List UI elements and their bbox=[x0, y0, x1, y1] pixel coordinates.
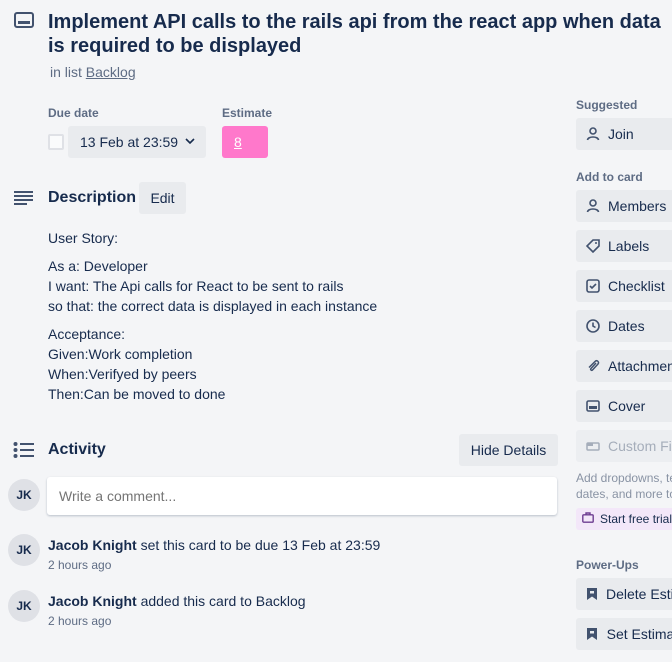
activity-text: added this card to Backlog bbox=[140, 593, 306, 609]
checklist-button[interactable]: Checklist bbox=[576, 270, 672, 302]
set-estimate-label: Set Estimate bbox=[606, 626, 672, 642]
set-estimate-button[interactable]: Set Estimate bbox=[576, 618, 672, 650]
description-line: When:Verifyed by peers bbox=[48, 366, 197, 382]
list-link[interactable]: Backlog bbox=[86, 64, 136, 80]
attachment-button[interactable]: Attachment bbox=[576, 350, 672, 382]
cover-icon bbox=[586, 399, 600, 413]
description-icon bbox=[14, 190, 34, 211]
list-info: in list Backlog bbox=[50, 64, 136, 80]
due-date-checkbox[interactable] bbox=[48, 134, 64, 150]
estimate-value: 8 bbox=[234, 134, 242, 150]
custom-fields-icon bbox=[586, 439, 600, 453]
attachment-label: Attachment bbox=[608, 358, 672, 374]
join-label: Join bbox=[608, 126, 634, 142]
checklist-icon bbox=[586, 279, 600, 293]
description-body[interactable]: User Story: As a: Developer I want: The … bbox=[48, 228, 377, 404]
join-button[interactable]: Join bbox=[576, 118, 672, 150]
estimate-label: Estimate bbox=[222, 106, 273, 120]
card-title[interactable]: Implement API calls to the rails api fro… bbox=[48, 10, 668, 58]
activity-time[interactable]: 2 hours ago bbox=[48, 614, 111, 628]
user-icon bbox=[586, 199, 600, 213]
description-title: Description bbox=[48, 189, 137, 206]
labels-button[interactable]: Labels bbox=[576, 230, 672, 262]
cover-button[interactable]: Cover bbox=[576, 390, 672, 422]
activity-time[interactable]: 2 hours ago bbox=[48, 558, 111, 572]
card-icon bbox=[14, 12, 34, 28]
user-icon bbox=[586, 127, 600, 141]
edit-description-button[interactable]: Edit bbox=[139, 182, 186, 214]
description-line: As a: Developer bbox=[48, 258, 148, 274]
description-line: I want: The Api calls for React to be se… bbox=[48, 278, 344, 294]
delete-estimate-button[interactable]: Delete Estimate bbox=[576, 578, 672, 610]
custom-fields-button[interactable]: Custom Fields bbox=[576, 430, 672, 462]
chevron-down-icon bbox=[184, 134, 196, 150]
in-list-prefix: in list bbox=[50, 64, 82, 80]
avatar[interactable]: JK bbox=[8, 479, 40, 511]
labels-label: Labels bbox=[608, 238, 650, 254]
dates-label: Dates bbox=[608, 318, 645, 334]
cover-label: Cover bbox=[608, 398, 646, 414]
start-free-trial-button[interactable]: Start free trial bbox=[576, 508, 672, 530]
bookmark-icon bbox=[586, 627, 599, 641]
description-line: User Story: bbox=[48, 230, 119, 246]
tag-icon bbox=[586, 239, 600, 253]
avatar[interactable]: JK bbox=[8, 590, 40, 622]
comment-input[interactable] bbox=[47, 477, 557, 515]
description-line: so that: the correct data is displayed i… bbox=[48, 298, 378, 314]
avatar[interactable]: JK bbox=[8, 534, 40, 566]
activity-icon bbox=[13, 441, 35, 464]
custom-fields-note-line: Add dropdowns, text fields, bbox=[576, 471, 672, 485]
custom-fields-note: Add dropdowns, text fields, dates, and m… bbox=[576, 470, 672, 502]
activity-text: set this card to be due 13 Feb at 23:59 bbox=[140, 537, 381, 553]
members-button[interactable]: Members bbox=[576, 190, 672, 222]
description-line: Acceptance: bbox=[48, 326, 126, 342]
due-date-value: 13 Feb at 23:59 bbox=[80, 134, 179, 150]
due-date-button[interactable]: 13 Feb at 23:59 bbox=[68, 126, 206, 158]
activity-item: Jacob Knight set this card to be due 13 … bbox=[48, 537, 380, 553]
trial-label: Start free trial bbox=[600, 512, 672, 526]
bookmark-icon bbox=[586, 587, 598, 601]
suggested-label: Suggested bbox=[576, 98, 638, 112]
description-line: Given:Work completion bbox=[48, 346, 193, 362]
activity-title: Activity bbox=[48, 441, 106, 458]
add-to-card-label: Add to card bbox=[576, 170, 643, 184]
custom-fields-note-line: dates, and more to your cards. bbox=[576, 487, 672, 501]
due-date-label: Due date bbox=[48, 106, 99, 120]
briefcase-icon bbox=[582, 512, 594, 526]
activity-user[interactable]: Jacob Knight bbox=[48, 593, 137, 609]
delete-estimate-label: Delete Estimate bbox=[606, 586, 672, 602]
activity-item: Jacob Knight added this card to Backlog bbox=[48, 593, 306, 609]
custom-fields-label: Custom Fields bbox=[608, 438, 672, 454]
paperclip-icon bbox=[586, 359, 600, 373]
power-ups-label: Power-Ups bbox=[576, 558, 639, 572]
members-label: Members bbox=[608, 198, 667, 214]
checklist-label: Checklist bbox=[608, 278, 665, 294]
estimate-badge[interactable]: 8 bbox=[222, 126, 268, 158]
activity-user[interactable]: Jacob Knight bbox=[48, 537, 137, 553]
dates-button[interactable]: Dates bbox=[576, 310, 672, 342]
description-line: Then:Can be moved to done bbox=[48, 386, 226, 402]
hide-details-button[interactable]: Hide Details bbox=[459, 434, 558, 466]
clock-icon bbox=[586, 319, 600, 333]
